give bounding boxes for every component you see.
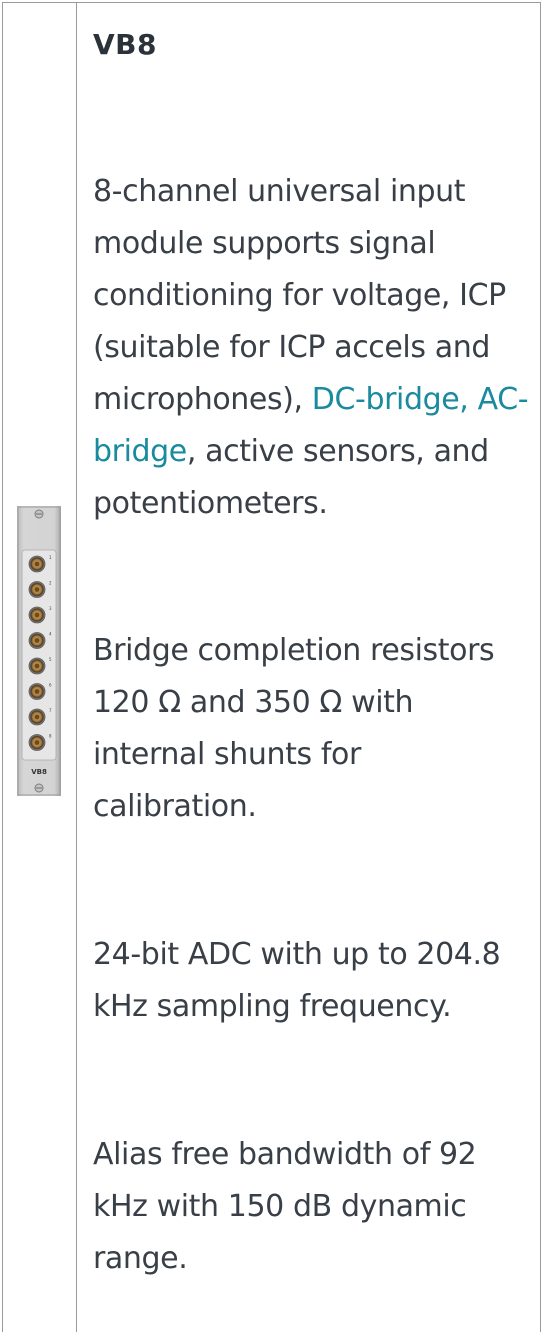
connector-pin-5 [34, 663, 40, 669]
bandwidth-paragraph: Alias free bandwidth of 92 kHz with 150 … [93, 1137, 477, 1276]
module-title: VB8 [93, 28, 157, 61]
column-divider [76, 2, 77, 1332]
connector-pin-3 [34, 612, 40, 618]
connector-pin-4 [34, 638, 40, 643]
module-label: VB8 [31, 768, 47, 776]
description-text-before: 8-channel universal input module support… [93, 174, 506, 417]
connector-pin-8 [34, 740, 40, 745]
description-paragraph: 8-channel universal input module support… [93, 166, 533, 530]
connector-pin-2 [34, 587, 40, 592]
connector-pin-1 [34, 561, 40, 567]
vb8-module-image: 12345678 VB8 [17, 506, 61, 796]
bridge-completion-paragraph: Bridge completion resistors 120 Ω and 35… [93, 633, 495, 824]
connector-pin-6 [34, 689, 40, 694]
adc-paragraph: 24-bit ADC with up to 204.8 kHz sampling… [93, 937, 501, 1024]
dc-bridge-link[interactable]: DC-bridge, [312, 382, 469, 417]
description-text-between [468, 382, 477, 417]
connector-pin-7 [34, 714, 40, 720]
